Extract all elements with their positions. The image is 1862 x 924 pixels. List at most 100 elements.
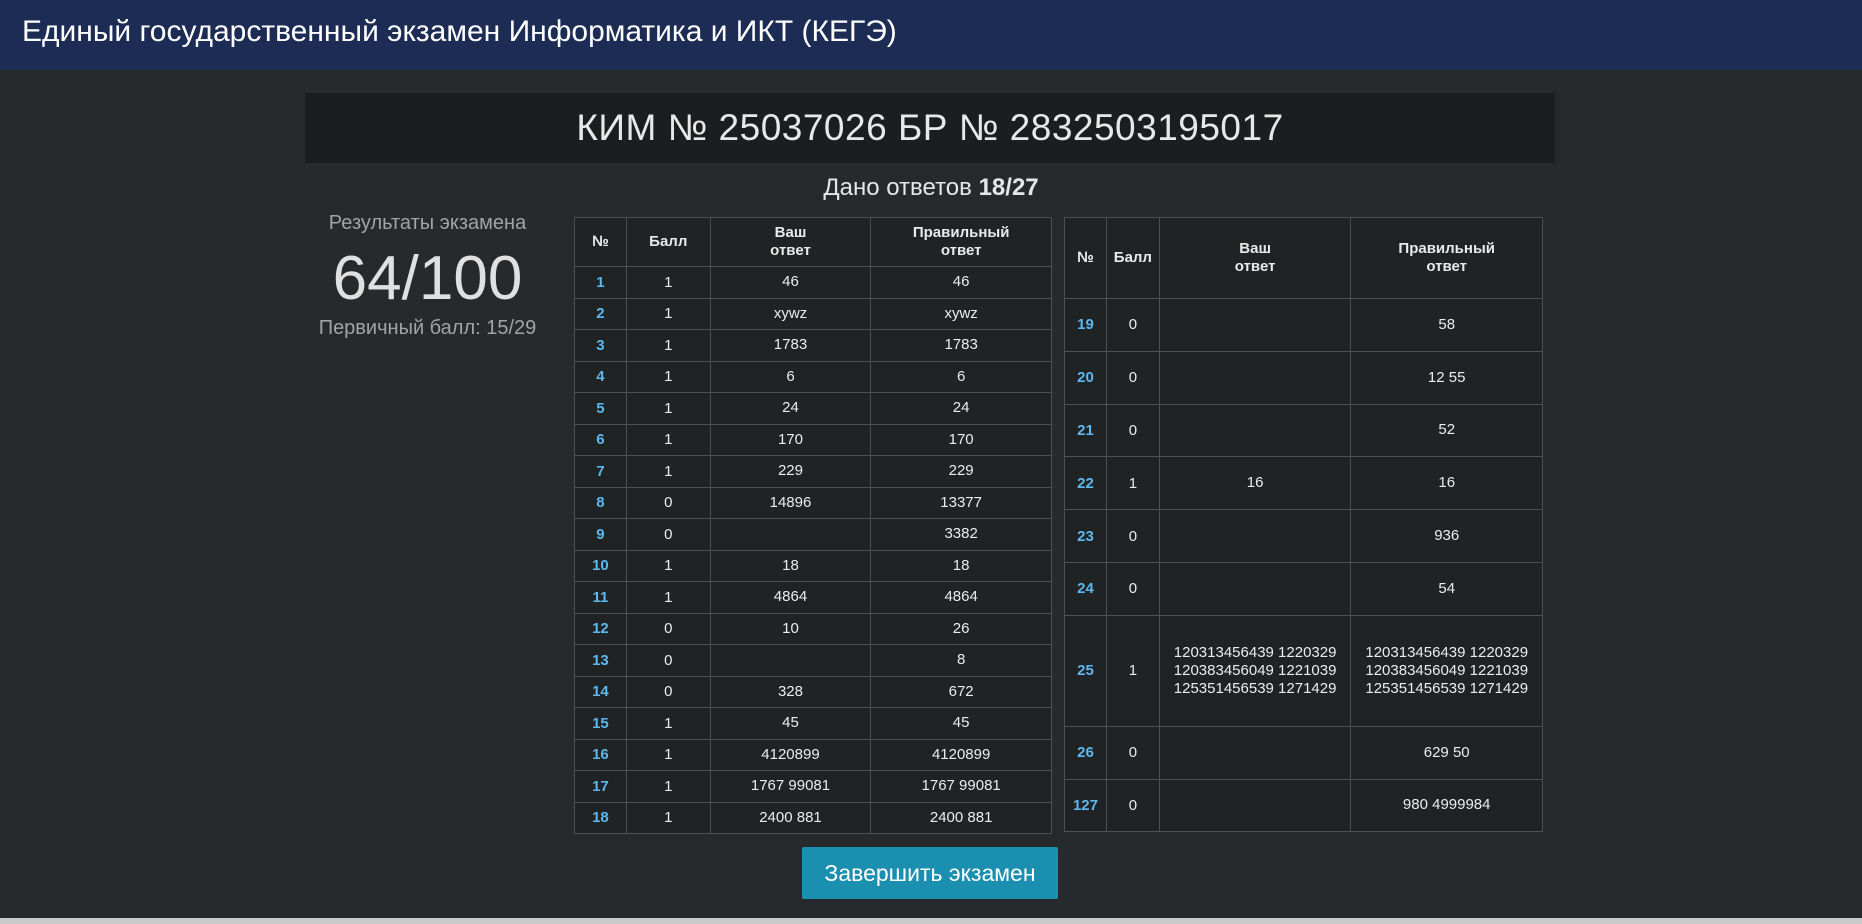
task-number: 18: [574, 801, 627, 834]
correct-answer: 52: [1350, 403, 1543, 458]
answered-count: Дано ответов 18/27: [0, 174, 1862, 202]
table-row: 14 0 328 672: [574, 675, 1052, 708]
bottom-divider: [0, 918, 1862, 924]
your-answer: 24: [709, 392, 872, 425]
task-score: 0: [625, 612, 711, 645]
task-score: 1: [625, 581, 711, 614]
table-row: 9 0 3382: [574, 518, 1052, 551]
table-row: 21 0 52: [1064, 403, 1543, 458]
task-score: 0: [1105, 350, 1160, 405]
task-number: 9: [574, 518, 627, 551]
header-correct-answer: Правильный ответ: [1350, 217, 1543, 299]
table-row: 13 0 8: [574, 644, 1052, 677]
task-score: 0: [1105, 725, 1160, 780]
task-number: 16: [574, 738, 627, 771]
table-row: 15 1 45 45: [574, 707, 1052, 740]
results-panel: Результаты экзамена 64/100 Первичный бал…: [305, 212, 550, 340]
correct-answer: 1767 99081: [870, 770, 1052, 803]
finish-exam-button[interactable]: Завершить экзамен: [802, 847, 1058, 899]
correct-answer: 8: [870, 644, 1052, 677]
task-number: 25: [1064, 614, 1107, 727]
total-score: 64/100: [332, 244, 523, 313]
correct-answer: 1783: [870, 329, 1052, 362]
correct-answer: 2400 881: [870, 801, 1052, 834]
task-score: 1: [625, 266, 711, 299]
task-score: 1: [625, 360, 711, 393]
your-answer: [1158, 509, 1352, 563]
app-title: Единый государственный экзамен Информати…: [22, 15, 897, 48]
task-number: 23: [1064, 509, 1107, 563]
table-row: 25 1 120313456439 1220329 120383456049 122…: [1064, 614, 1543, 727]
your-answer: 1767 99081: [709, 770, 872, 803]
your-answer: 6: [709, 360, 872, 393]
table-row: 10 1 18 18: [574, 549, 1052, 582]
task-score: 1: [625, 801, 711, 834]
task-score: 1: [625, 297, 711, 330]
correct-answer: 58: [1350, 298, 1543, 352]
kim-banner: КИМ № 25037026 БР № 2832503195017: [305, 93, 1555, 163]
correct-answer: xywz: [870, 297, 1052, 330]
task-number: 13: [574, 644, 627, 677]
task-score: 1: [625, 423, 711, 456]
header-your-answer: Ваш ответ: [709, 217, 872, 267]
correct-answer: 6: [870, 360, 1052, 393]
answers-table-left: № Балл Ваш ответ Правильный ответ 1 1 46 46…: [574, 217, 1052, 834]
correct-answer: 4120899: [870, 738, 1052, 771]
correct-answer: 54: [1350, 561, 1543, 616]
correct-answer: 46: [870, 266, 1052, 299]
task-number: 11: [574, 581, 627, 614]
task-score: 0: [1105, 509, 1160, 563]
table-row: 20 0 12 55: [1064, 350, 1543, 405]
task-number: 17: [574, 770, 627, 803]
correct-answer: 229: [870, 455, 1052, 488]
task-number: 5: [574, 392, 627, 425]
correct-answer: 4864: [870, 581, 1052, 614]
your-answer: [1158, 350, 1352, 405]
header-num: №: [1064, 217, 1107, 299]
your-answer: [1158, 725, 1352, 780]
correct-answer: 120313456439 1220329 120383456049 122103…: [1350, 614, 1543, 727]
top-bar: Единый государственный экзамен Информати…: [0, 0, 1862, 70]
task-number: 8: [574, 486, 627, 519]
header-score: Балл: [1105, 217, 1160, 299]
task-number: 127: [1064, 778, 1107, 833]
task-number: 19: [1064, 298, 1107, 352]
task-number: 1: [574, 266, 627, 299]
your-answer: 1783: [709, 329, 872, 362]
your-answer: 229: [709, 455, 872, 488]
table-row: 16 1 4120899 4120899: [574, 738, 1052, 771]
table-row: 11 1 4864 4864: [574, 581, 1052, 614]
your-answer: 120313456439 1220329 120383456049 122103…: [1158, 614, 1352, 727]
correct-answer: 45: [870, 707, 1052, 740]
your-answer: [1158, 298, 1352, 352]
task-number: 21: [1064, 403, 1107, 458]
your-answer: 4864: [709, 581, 872, 614]
correct-answer: 629 50: [1350, 725, 1543, 780]
task-number: 10: [574, 549, 627, 582]
task-number: 6: [574, 423, 627, 456]
table-header-row: № Балл Ваш ответ Правильный ответ: [574, 217, 1052, 267]
task-number: 4: [574, 360, 627, 393]
task-score: 0: [625, 644, 711, 677]
correct-answer: 936: [1350, 509, 1543, 563]
task-score: 1: [625, 738, 711, 771]
table-row: 7 1 229 229: [574, 455, 1052, 488]
correct-answer: 26: [870, 612, 1052, 645]
task-score: 1: [625, 329, 711, 362]
table-row: 23 0 936: [1064, 509, 1543, 563]
task-score: 0: [1105, 403, 1160, 458]
task-score: 1: [625, 549, 711, 582]
your-answer: 46: [709, 266, 872, 299]
your-answer: 4120899: [709, 738, 872, 771]
header-score: Балл: [625, 217, 711, 267]
task-score: 0: [625, 518, 711, 551]
task-number: 12: [574, 612, 627, 645]
task-score: 0: [1105, 561, 1160, 616]
task-score: 1: [625, 707, 711, 740]
table-row: 8 0 14896 13377: [574, 486, 1052, 519]
your-answer: [709, 518, 872, 551]
your-answer: xywz: [709, 297, 872, 330]
results-label: Результаты экзамена: [328, 212, 527, 234]
answered-label: Дано ответов: [823, 174, 972, 201]
primary-score: Первичный балл: 15/29: [318, 317, 537, 339]
